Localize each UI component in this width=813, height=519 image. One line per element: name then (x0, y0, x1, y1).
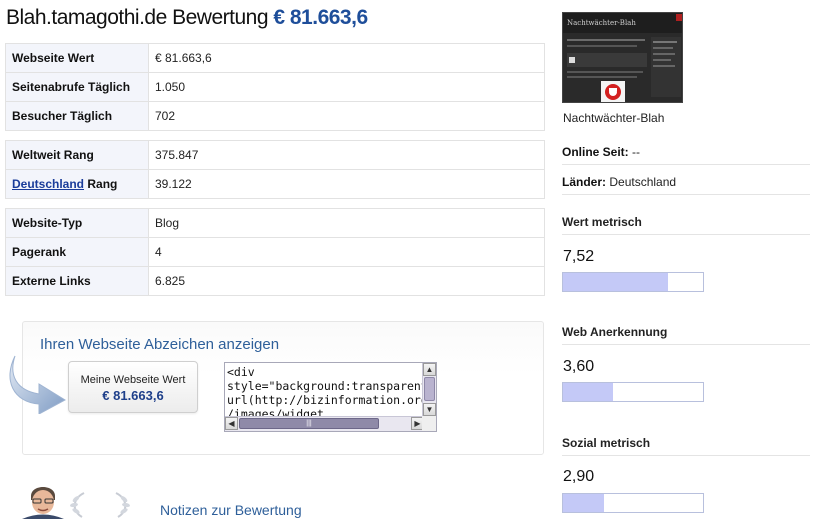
metric-bar (562, 272, 704, 292)
page-title: Blah.tamagothi.de Bewertung € 81.663,6 (6, 6, 368, 30)
vertical-scroll-thumb[interactable] (424, 377, 435, 401)
stats-table-traffic: Webseite Wert € 81.663,6 Seitenabrufe Tä… (5, 43, 545, 131)
metric-value: 3,60 (563, 358, 595, 375)
badge-button-caption: Meine Webseite Wert (80, 374, 186, 386)
page-title-site: Blah.tamagothi.de Bewertung (6, 6, 269, 29)
scroll-left-icon[interactable]: ◀ (225, 417, 238, 430)
stat-label: Besucher Täglich (5, 101, 149, 131)
metric-value: 7,52 (563, 248, 595, 265)
metric-bar-fill (563, 273, 669, 291)
stat-label: Pagerank (5, 237, 149, 267)
site-name: Nachtwächter-Blah (563, 111, 665, 125)
badge-button-value: € 81.663,6 (102, 388, 164, 403)
metric-label: Sozial metrisch (562, 436, 651, 450)
divider (562, 455, 810, 456)
countries-label: Länder: (562, 175, 607, 189)
laurel-icon (115, 492, 130, 518)
table-row: Weltweit Rang 375.847 (5, 140, 545, 170)
stat-label: Weltweit Rang (5, 140, 149, 170)
table-row: Seitenabrufe Täglich 1.050 (5, 72, 545, 102)
horizontal-scrollbar[interactable]: ◀ ||| ▶ (225, 416, 424, 431)
stats-table-site: Website-Typ Blog Pagerank 4 Externe Link… (5, 208, 545, 296)
table-row: Externe Links 6.825 (5, 266, 545, 296)
metric-label: Web Anerkennung (562, 325, 668, 339)
notes-heading: Notizen zur Bewertung (160, 502, 302, 518)
countries-value: Deutschland (606, 175, 677, 189)
badge-panel-title: Ihren Webseite Abzeichen anzeigen (40, 336, 280, 353)
divider (562, 234, 810, 235)
site-thumbnail[interactable]: Nachtwächter-Blah (562, 12, 683, 103)
metric-bar (562, 382, 704, 402)
scroll-down-icon[interactable]: ▼ (423, 403, 436, 416)
stat-value: 6.825 (148, 266, 545, 296)
stat-label: Webseite Wert (5, 43, 149, 73)
table-row: Pagerank 4 (5, 237, 545, 267)
stat-value: 4 (148, 237, 545, 267)
stat-label: Website-Typ (5, 208, 149, 238)
stats-table-rank: Weltweit Rang 375.847 Deutschland Rang 3… (5, 140, 545, 199)
badge-button[interactable]: Meine Webseite Wert € 81.663,6 (68, 361, 198, 413)
laurel-icon (70, 492, 85, 518)
divider (562, 194, 810, 195)
stat-value: 375.847 (148, 140, 545, 170)
site-screenshot-image: Nachtwächter-Blah (563, 13, 682, 102)
divider (562, 344, 810, 345)
horizontal-scroll-thumb[interactable]: ||| (239, 418, 379, 429)
thumbnail-site-title: Nachtwächter-Blah (567, 19, 636, 27)
page-title-value: € 81.663,6 (273, 6, 368, 29)
embed-code-textarea[interactable]: <div style="background:transparent url(h… (224, 362, 437, 432)
metric-bar (562, 493, 704, 513)
stat-value: 702 (148, 101, 545, 131)
stat-label: Seitenabrufe Täglich (5, 72, 149, 102)
online-since-label: Online Seit: (562, 145, 629, 159)
countries-row: Länder: Deutschland (562, 175, 810, 189)
stat-value: Blog (148, 208, 545, 238)
table-row: Deutschland Rang 39.122 (5, 169, 545, 199)
scroll-up-icon[interactable]: ▲ (423, 363, 436, 376)
country-link[interactable]: Deutschland (12, 177, 84, 191)
online-since-value: -- (628, 145, 641, 159)
badge-panel: Ihren Webseite Abzeichen anzeigen Meine … (9, 321, 544, 455)
stat-label: Externe Links (5, 266, 149, 296)
scrollbar-corner (422, 416, 436, 431)
stat-value: € 81.663,6 (148, 43, 545, 73)
online-since-row: Online Seit: -- (562, 145, 810, 159)
reviewer-avatar-icon (22, 482, 64, 519)
embed-code-text: <div style="background:transparent url(h… (227, 365, 428, 421)
stat-value: 39.122 (148, 169, 545, 199)
metric-value: 2,90 (563, 468, 595, 485)
table-row: Webseite Wert € 81.663,6 (5, 43, 545, 73)
metric-bar-fill (563, 494, 604, 512)
metric-bar-fill (563, 383, 614, 401)
curved-arrow-icon (9, 355, 67, 414)
table-row: Besucher Täglich 702 (5, 101, 545, 131)
divider (562, 164, 810, 165)
metric-label: Wert metrisch (562, 215, 642, 229)
stat-label-country: Deutschland Rang (5, 169, 149, 199)
rank-suffix: Rang (84, 177, 118, 191)
stat-value: 1.050 (148, 72, 545, 102)
table-row: Website-Typ Blog (5, 208, 545, 238)
